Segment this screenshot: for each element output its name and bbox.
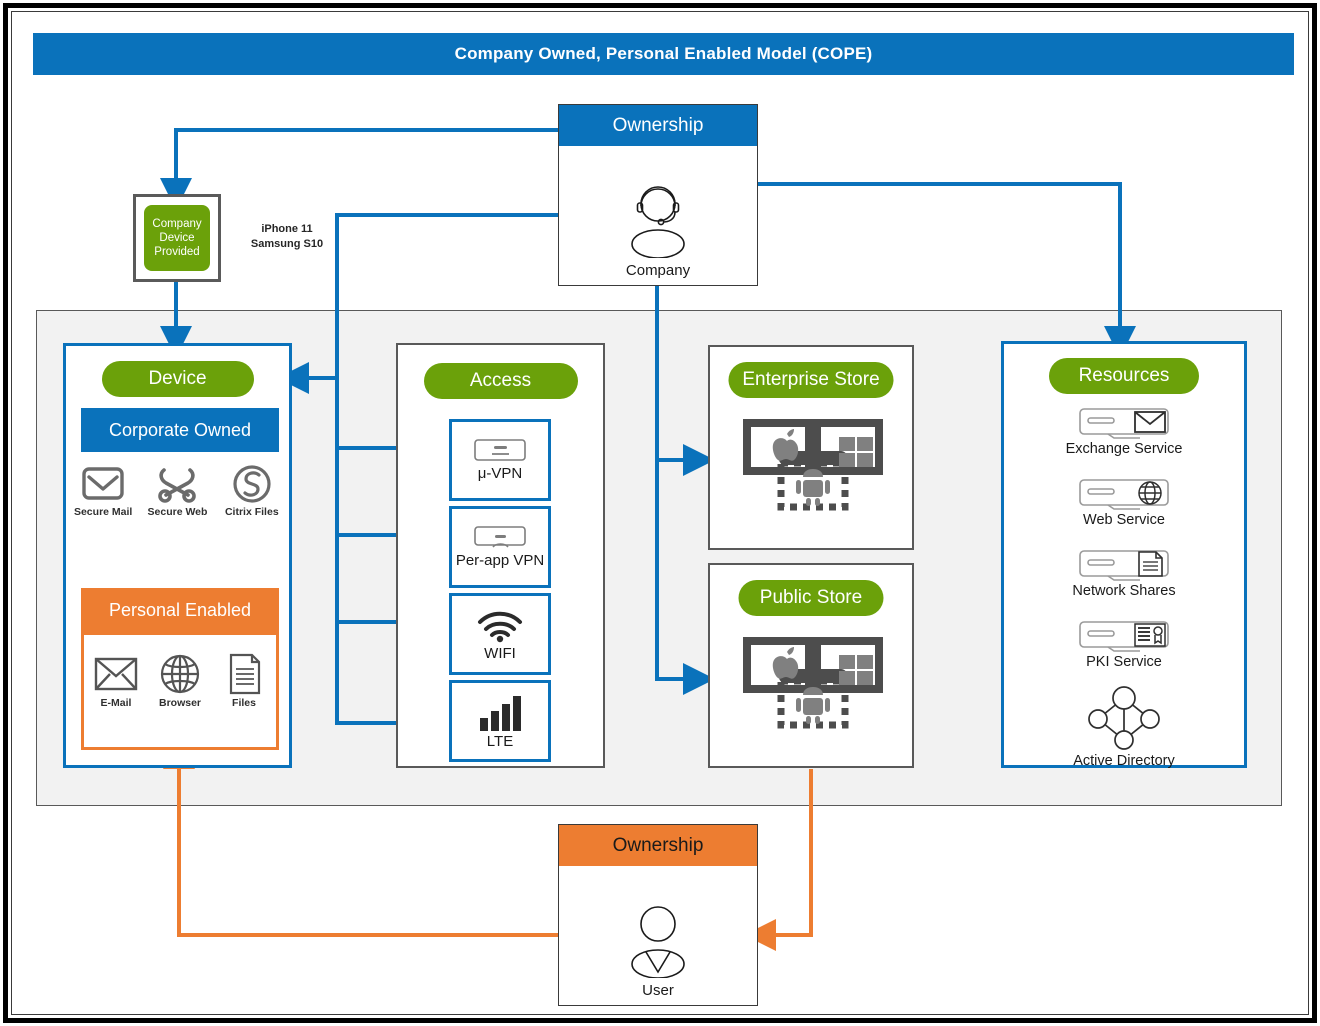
- secure-mail-icon: [82, 467, 124, 500]
- enterprise-store-title: Enterprise Store: [728, 362, 894, 398]
- app-files-label: Files: [232, 697, 256, 709]
- diagram-canvas: Company Owned, Personal Enabled Model (C…: [0, 0, 1320, 1026]
- resource-web-service-label: Web Service: [1083, 512, 1165, 528]
- ownership-company-actor-label: Company: [625, 261, 691, 279]
- signal-bars-icon: [480, 696, 521, 731]
- access-tile-uvpn-label: μ-VPN: [477, 465, 523, 482]
- resource-exchange-service[interactable]: Exchange Service: [1004, 406, 1244, 457]
- access-panel-title: Access: [423, 363, 578, 399]
- ownership-user-actor-label: User: [642, 981, 674, 999]
- resource-network-shares-label: Network Shares: [1072, 583, 1176, 599]
- ownership-user-header: Ownership: [559, 825, 757, 866]
- access-tile-per-app-vpn-label: Per-app VPN: [455, 552, 545, 569]
- personal-enabled-app-row: E-Mail Browser Files: [84, 653, 276, 709]
- access-tile-lte-label: LTE: [486, 733, 514, 750]
- server-certificate-icon: [1079, 621, 1169, 652]
- app-files[interactable]: Files: [212, 653, 276, 709]
- personal-enabled-header: Personal Enabled: [81, 588, 279, 632]
- app-citrix-files-label: Citrix Files: [224, 506, 279, 518]
- resource-active-directory-label: Active Directory: [1073, 753, 1175, 769]
- personal-enabled-container: E-Mail Browser Files: [81, 632, 279, 750]
- ownership-company-body: Company: [559, 146, 757, 300]
- device-provided-line-3: Provided: [154, 246, 200, 258]
- device-model-list: iPhone 11 Samsung S10: [232, 222, 342, 252]
- wifi-icon: [478, 611, 522, 643]
- app-browser-label: Browser: [158, 697, 201, 709]
- app-browser[interactable]: Browser: [148, 653, 212, 709]
- access-tile-wifi-label: WIFI: [484, 645, 516, 662]
- app-citrix-files[interactable]: Citrix Files: [217, 464, 287, 518]
- headset-person-icon: [631, 185, 685, 258]
- app-store-platforms-icon: [743, 419, 883, 511]
- app-email-label: E-Mail: [100, 697, 132, 709]
- resource-pki-service[interactable]: PKI Service: [1004, 619, 1244, 670]
- app-secure-mail[interactable]: Secure Mail: [68, 464, 138, 518]
- corporate-owned-app-row: Secure Mail Secure Web Citrix Files: [66, 464, 289, 518]
- device-panel: Device Corporate Owned Secure Mail Secur…: [63, 343, 292, 768]
- active-directory-nodes-icon: [1088, 686, 1160, 750]
- ownership-company-header: Ownership: [559, 105, 757, 146]
- document-icon: [229, 653, 261, 695]
- device-provided-line-2: Device: [159, 232, 195, 244]
- envelope-icon: [94, 657, 138, 691]
- public-store-title: Public Store: [738, 580, 884, 616]
- company-device-provided-badge: Company Device Provided: [144, 205, 210, 271]
- resource-web-service[interactable]: Web Service: [1004, 477, 1244, 528]
- ownership-user-body: User: [559, 866, 757, 1020]
- ownership-user-card: Ownership User: [558, 824, 758, 1006]
- server-document-icon: [1079, 550, 1169, 581]
- device-panel-title: Device: [101, 361, 254, 397]
- public-store-panel: Public Store: [708, 563, 914, 768]
- app-email[interactable]: E-Mail: [84, 653, 148, 709]
- diagram-title: Company Owned, Personal Enabled Model (C…: [33, 33, 1294, 75]
- ownership-company-card: Ownership Company: [558, 104, 758, 286]
- access-tile-lte[interactable]: LTE: [449, 680, 551, 762]
- vpn-tunnel-icon: [474, 439, 526, 461]
- access-tile-uvpn[interactable]: μ-VPN: [449, 419, 551, 501]
- server-globe-icon: [1079, 479, 1169, 510]
- app-secure-web-label: Secure Web: [147, 506, 208, 518]
- globe-icon: [160, 654, 200, 694]
- access-tile-wifi[interactable]: WIFI: [449, 593, 551, 675]
- device-model-2: Samsung S10: [250, 238, 324, 250]
- citrix-files-icon: [233, 465, 271, 503]
- resource-pki-service-label: PKI Service: [1086, 654, 1162, 670]
- person-icon: [631, 905, 685, 978]
- resource-network-shares[interactable]: Network Shares: [1004, 548, 1244, 599]
- corporate-owned-header: Corporate Owned: [81, 408, 279, 452]
- device-provided-line-1: Company: [152, 218, 202, 230]
- app-secure-web[interactable]: Secure Web: [142, 464, 212, 518]
- enterprise-store-panel: Enterprise Store: [708, 345, 914, 550]
- company-device-provided-box: Company Device Provided: [133, 194, 221, 282]
- access-tile-per-app-vpn[interactable]: Per-app VPN: [449, 506, 551, 588]
- resources-panel-title: Resources: [1049, 358, 1199, 394]
- device-model-1: iPhone 11: [261, 223, 313, 235]
- resource-active-directory[interactable]: Active Directory: [1004, 686, 1244, 769]
- resources-panel: Resources Exchange Service Web Service N…: [1001, 341, 1247, 769]
- per-app-vpn-icon: [474, 526, 526, 548]
- app-secure-mail-label: Secure Mail: [73, 506, 133, 518]
- access-panel: Access μ-VPN Per-app VPN WIFI LTE: [396, 343, 605, 768]
- app-store-platforms-icon: [743, 637, 883, 729]
- resource-exchange-service-label: Exchange Service: [1065, 441, 1183, 457]
- server-mail-icon: [1079, 408, 1169, 439]
- secure-web-icon: [158, 468, 197, 503]
